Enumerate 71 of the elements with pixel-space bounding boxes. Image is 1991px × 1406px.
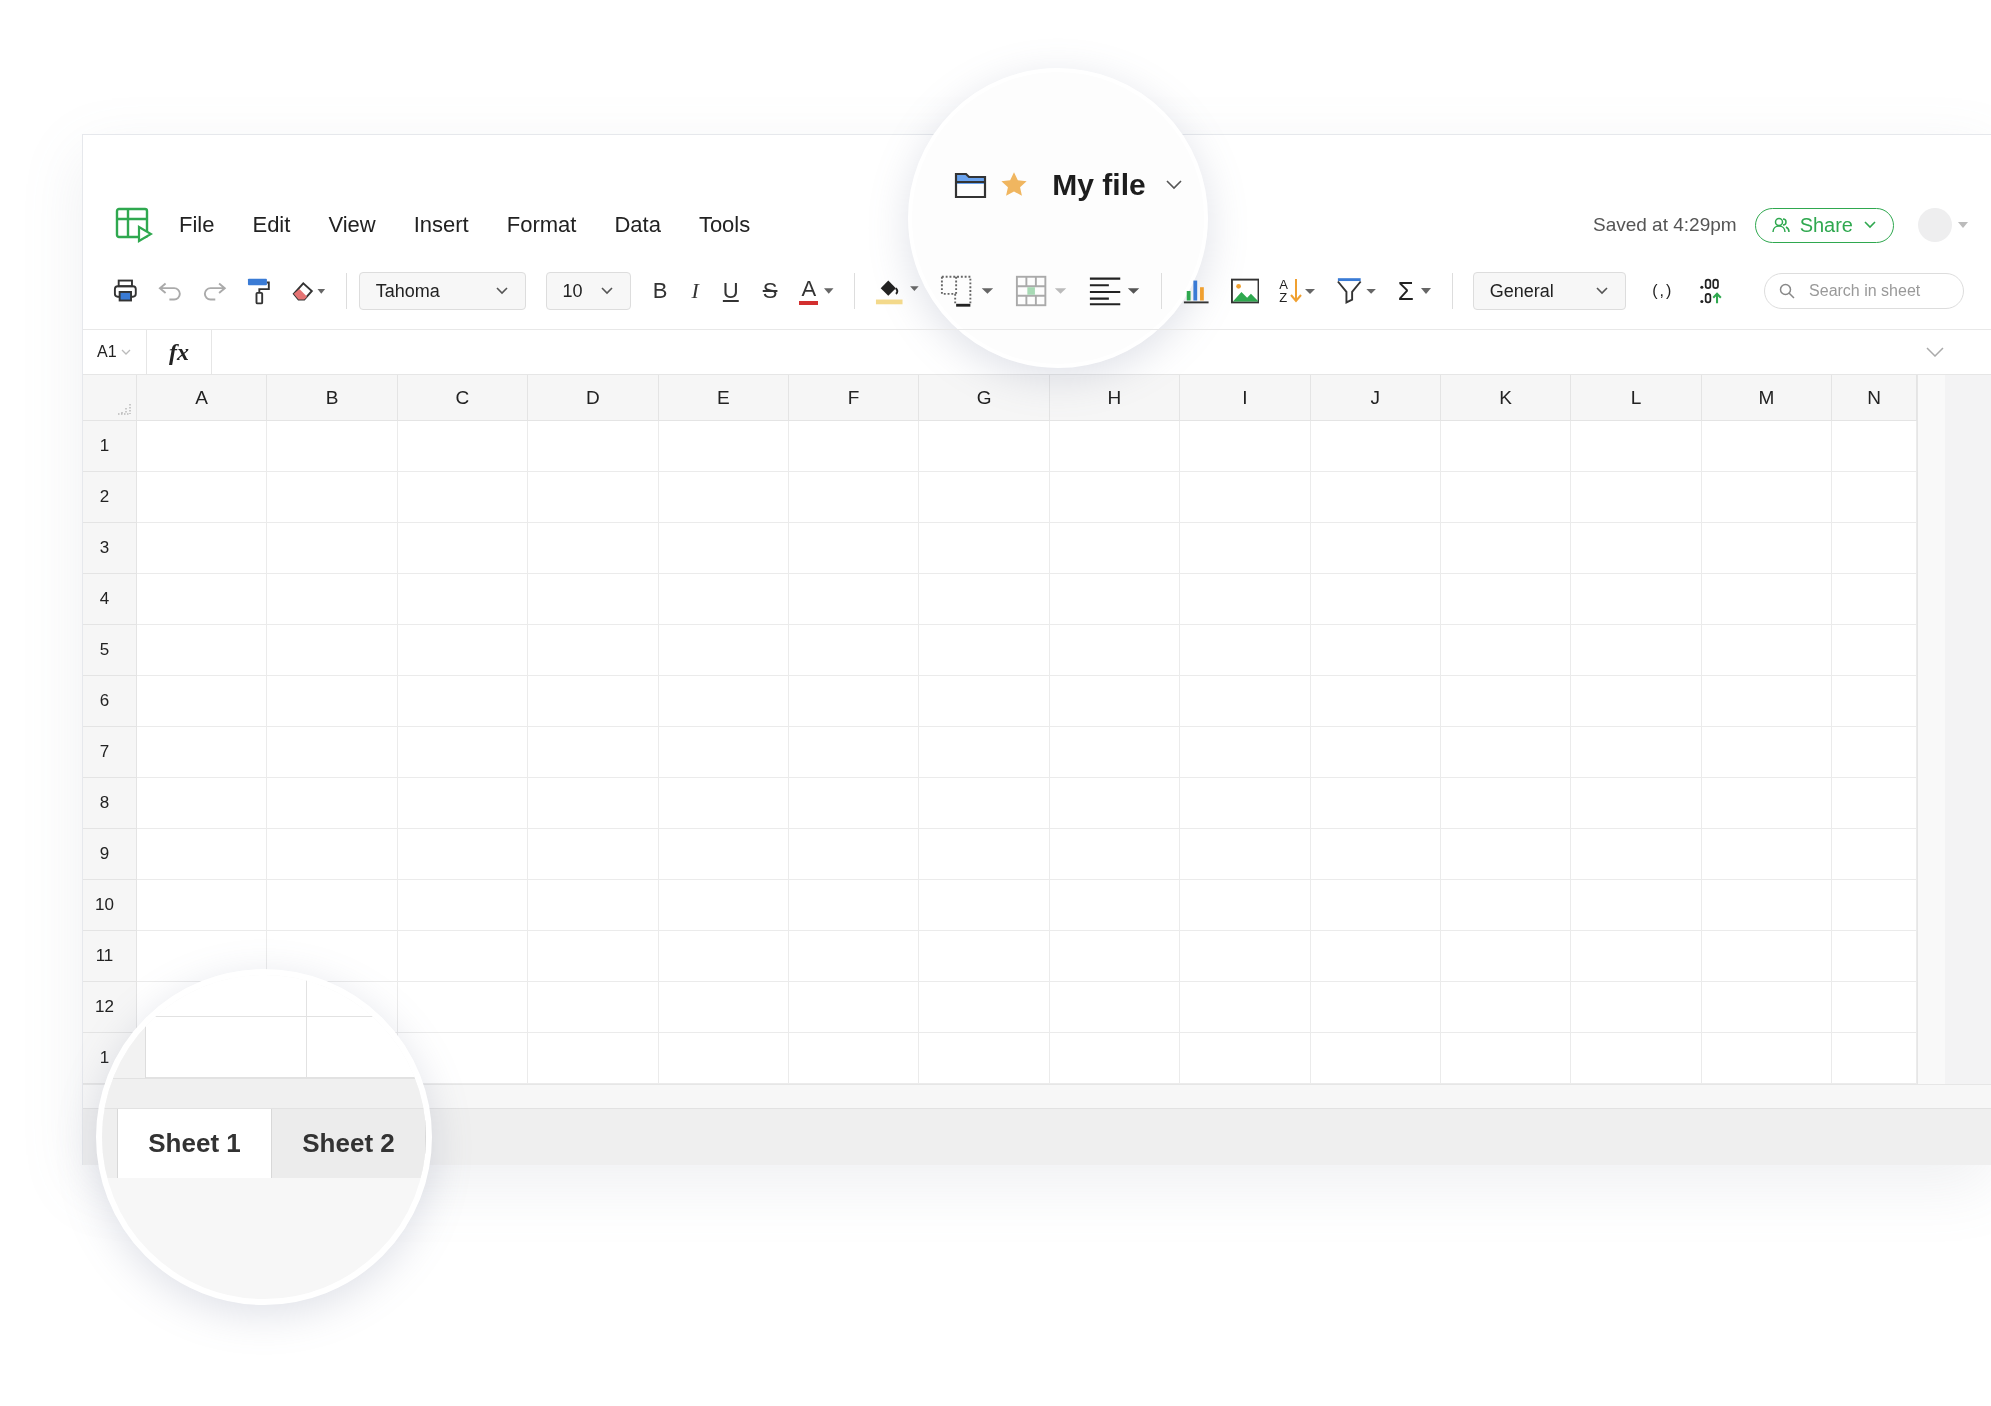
caret-icon	[1419, 288, 1432, 294]
row-header[interactable]: 9	[83, 829, 137, 880]
menu-item[interactable]: View	[328, 212, 376, 238]
row-header[interactable]: 8	[83, 778, 137, 829]
column-header[interactable]: F	[788, 375, 920, 421]
row-header[interactable]: 11	[83, 931, 137, 982]
people-icon	[1771, 216, 1790, 234]
column-header[interactable]: H	[1049, 375, 1181, 421]
folder-icon[interactable]	[954, 171, 989, 199]
column-header[interactable]: G	[919, 375, 1050, 421]
align-left-icon[interactable]	[1088, 276, 1142, 306]
underline-button[interactable]: U	[720, 278, 741, 304]
chevron-down-icon[interactable]	[1165, 180, 1182, 190]
caret-icon[interactable]	[824, 288, 834, 294]
column-header[interactable]: D	[528, 375, 659, 421]
chevron-down-icon	[599, 286, 614, 296]
font-size-dropdown[interactable]: 10	[545, 272, 631, 310]
image-icon[interactable]	[1230, 278, 1260, 304]
cell-reference[interactable]: A1	[97, 343, 117, 361]
column-header[interactable]: I	[1180, 375, 1311, 421]
column-header[interactable]: M	[1701, 375, 1833, 421]
row-header[interactable]: 6	[83, 676, 137, 727]
column-header[interactable]: C	[397, 375, 529, 421]
file-title[interactable]: My file	[1052, 168, 1146, 202]
number-format-dropdown[interactable]: General	[1472, 272, 1627, 310]
row-header[interactable]: 7	[83, 727, 137, 778]
star-icon[interactable]	[1000, 171, 1029, 199]
menu-item[interactable]: Format	[506, 212, 577, 238]
sheet-tab[interactable]: Sheet 1	[118, 1109, 272, 1178]
chevron-down-icon	[1863, 220, 1877, 230]
search-icon	[1779, 283, 1796, 299]
spreadsheet-logo-icon[interactable]	[115, 207, 153, 243]
sort-button[interactable]: A Z	[1279, 277, 1316, 305]
column-header[interactable]: L	[1571, 375, 1702, 421]
column-header[interactable]: B	[267, 375, 398, 421]
merge-cells-icon[interactable]	[1015, 274, 1069, 308]
bold-button[interactable]: B	[650, 278, 670, 304]
borders-icon[interactable]	[940, 274, 996, 308]
print-icon[interactable]	[113, 279, 138, 303]
menu-item[interactable]: Data	[614, 212, 661, 238]
function-label: fx	[147, 330, 212, 374]
font-color-button[interactable]: A	[799, 277, 819, 305]
row-header[interactable]: 1	[83, 421, 137, 472]
vertical-scrollbar[interactable]	[1917, 375, 1945, 1084]
strikethrough-button[interactable]: S	[760, 278, 780, 304]
sort-arrow-icon	[1289, 277, 1316, 305]
sum-button[interactable]: Σ	[1397, 275, 1432, 307]
column-header[interactable]: K	[1440, 375, 1572, 421]
row-header[interactable]: 4	[83, 574, 137, 625]
menu-item[interactable]: File	[179, 212, 215, 238]
paint-roller-icon[interactable]	[247, 277, 270, 305]
comma-style-button[interactable]: (,)	[1646, 281, 1680, 301]
row-header[interactable]: 5	[83, 625, 137, 676]
font-dropdown[interactable]: Tahoma	[358, 272, 526, 310]
chevron-down-icon	[494, 286, 509, 296]
column-header[interactable]: E	[658, 375, 789, 421]
column-header[interactable]: N	[1832, 375, 1917, 421]
save-status: Saved at 4:29pm	[1592, 214, 1737, 236]
italic-button[interactable]: I	[689, 278, 701, 304]
column-header[interactable]: J	[1310, 375, 1441, 421]
menu-item[interactable]: Tools	[698, 212, 751, 238]
menu-item[interactable]: Edit	[252, 212, 291, 238]
search-field[interactable]: Search in sheet	[1764, 273, 1965, 309]
row-header[interactable]: 3	[83, 523, 137, 574]
chevron-down-icon	[1595, 286, 1610, 296]
column-header[interactable]: A	[137, 375, 268, 421]
row-header[interactable]: 12	[83, 982, 137, 1033]
filter-icon[interactable]	[1335, 277, 1378, 305]
row-header[interactable]: 2	[83, 472, 137, 523]
menu-item[interactable]: Insert	[413, 212, 469, 238]
row-header[interactable]: 10	[83, 880, 137, 931]
